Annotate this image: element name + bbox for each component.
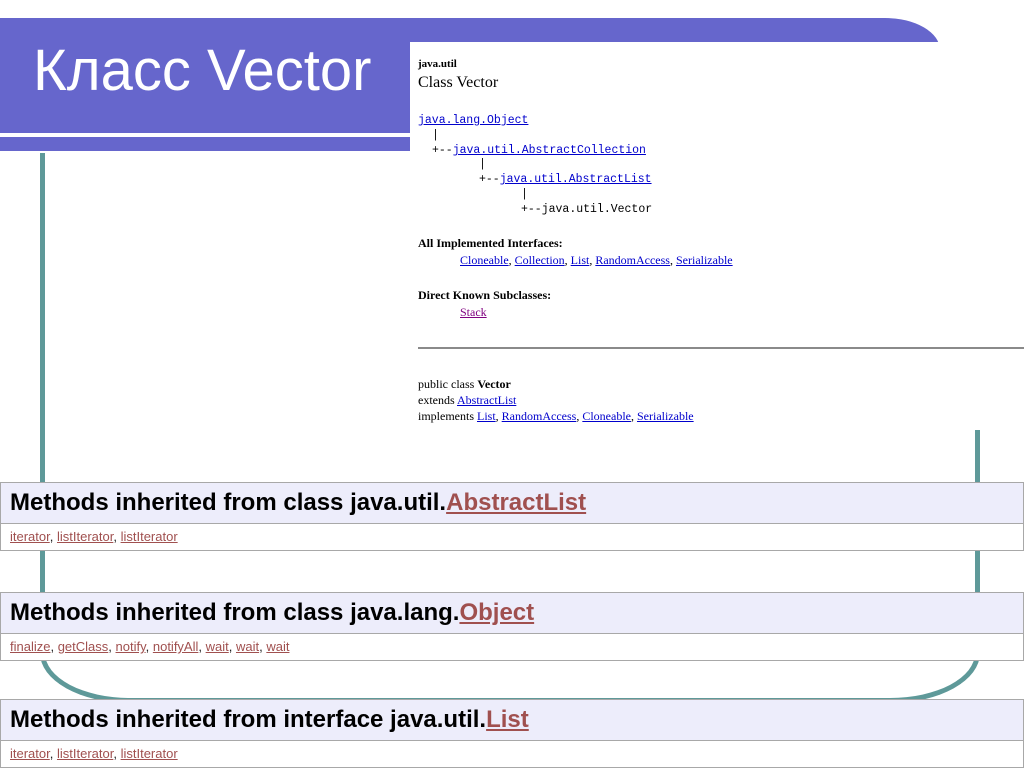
title-stripe	[0, 137, 410, 151]
declaration-line-extends: extends AbstractList	[418, 393, 516, 408]
method-link-wait[interactable]: wait	[206, 639, 229, 654]
declaration-name: Vector	[477, 377, 511, 391]
implements-link-cloneable[interactable]: Cloneable	[582, 409, 631, 423]
separator: ,	[113, 529, 121, 544]
interfaces-label: All Implemented Interfaces:	[418, 236, 563, 250]
separator: ,	[49, 746, 57, 761]
method-link-iterator[interactable]: iterator	[10, 746, 50, 761]
hierarchy-level3: +--java.util.Vector	[521, 203, 652, 216]
divider	[418, 347, 1024, 349]
hierarchy-branch: +--	[479, 173, 500, 186]
interface-link-list[interactable]: List	[571, 253, 590, 267]
subclasses-list: Stack	[460, 305, 487, 320]
hierarchy-vector: java.util.Vector	[541, 203, 653, 216]
interface-link-collection[interactable]: Collection	[515, 253, 565, 267]
package-name: java.util	[418, 58, 457, 70]
hierarchy-pipe: |	[479, 158, 486, 171]
interface-link-randomaccess[interactable]: RandomAccess	[595, 253, 670, 267]
subclass-link-stack[interactable]: Stack	[460, 305, 487, 319]
hierarchy-link-object[interactable]: java.lang.Object	[418, 114, 528, 127]
interfaces-list: Cloneable, Collection, List, RandomAcces…	[460, 253, 733, 268]
implements-link-list[interactable]: List	[477, 409, 496, 423]
separator: ,	[228, 639, 236, 654]
method-list: iterator, listIterator, listIterator	[1, 741, 1023, 767]
method-list: finalize, getClass, notify, notifyAll, w…	[1, 634, 1023, 660]
hierarchy-branch: +--	[432, 144, 453, 157]
method-link-notifyall[interactable]: notifyAll	[153, 639, 199, 654]
inherited-methods-object: Methods inherited from class java.lang.O…	[0, 592, 1024, 661]
method-link-listiterator[interactable]: listIterator	[57, 746, 113, 761]
inherited-methods-abstractlist: Methods inherited from class java.util.A…	[0, 482, 1024, 551]
declaration-line-class: public class Vector	[418, 377, 511, 392]
separator: ,	[49, 529, 57, 544]
table-header-prefix: Methods inherited from class java.lang.	[10, 599, 460, 626]
implements-link-randomaccess[interactable]: RandomAccess	[502, 409, 577, 423]
method-list: iterator, listIterator, listIterator	[1, 524, 1023, 550]
javadoc-panel: java.util Class Vector java.lang.Object …	[410, 42, 1024, 430]
separator: ,	[108, 639, 116, 654]
hierarchy-level2: +--java.util.AbstractList	[479, 173, 652, 186]
table-header: Methods inherited from interface java.ut…	[1, 700, 1023, 741]
interface-link-serializable[interactable]: Serializable	[676, 253, 733, 267]
method-link-listiterator[interactable]: listIterator	[121, 746, 178, 761]
table-header-link-list[interactable]: List	[486, 706, 529, 733]
hierarchy-root: java.lang.Object	[418, 114, 528, 127]
table-header: Methods inherited from class java.util.A…	[1, 483, 1023, 524]
hierarchy-link-abstractcollection[interactable]: java.util.AbstractCollection	[453, 144, 646, 157]
declaration-line-implements: implements List, RandomAccess, Cloneable…	[418, 409, 694, 424]
extends-link-abstractlist[interactable]: AbstractList	[457, 393, 516, 407]
implements-keyword: implements	[418, 409, 477, 423]
separator: ,	[198, 639, 206, 654]
method-link-iterator[interactable]: iterator	[10, 529, 50, 544]
implements-link-serializable[interactable]: Serializable	[637, 409, 694, 423]
separator: ,	[145, 639, 153, 654]
extends-keyword: extends	[418, 393, 457, 407]
table-header-prefix: Methods inherited from class java.util.	[10, 489, 447, 516]
method-link-getclass[interactable]: getClass	[58, 639, 109, 654]
table-header-prefix: Methods inherited from interface java.ut…	[10, 706, 487, 733]
declaration-prefix: public class	[418, 377, 478, 391]
hierarchy-link-abstractlist[interactable]: java.util.AbstractList	[500, 173, 652, 186]
table-header-link-abstractlist[interactable]: AbstractList	[446, 489, 586, 516]
method-link-listiterator[interactable]: listIterator	[57, 529, 113, 544]
class-heading: Class Vector	[418, 74, 499, 91]
hierarchy-pipe: |	[432, 129, 439, 142]
table-header-link-object[interactable]: Object	[459, 599, 534, 626]
separator: ,	[50, 639, 58, 654]
separator: ,	[113, 746, 121, 761]
interface-link-cloneable[interactable]: Cloneable	[460, 253, 509, 267]
hierarchy-level1: +--java.util.AbstractCollection	[432, 144, 646, 157]
method-link-notify[interactable]: notify	[116, 639, 146, 654]
hierarchy-branch: +--	[521, 203, 542, 216]
method-link-wait[interactable]: wait	[266, 639, 289, 654]
table-header: Methods inherited from class java.lang.O…	[1, 593, 1023, 634]
inherited-methods-list: Methods inherited from interface java.ut…	[0, 699, 1024, 768]
slide-title: Класс Vector	[33, 38, 372, 103]
subclasses-label: Direct Known Subclasses:	[418, 288, 552, 302]
hierarchy-pipe: |	[521, 188, 528, 201]
method-link-finalize[interactable]: finalize	[10, 639, 50, 654]
method-link-listiterator[interactable]: listIterator	[121, 529, 178, 544]
method-link-wait[interactable]: wait	[236, 639, 259, 654]
